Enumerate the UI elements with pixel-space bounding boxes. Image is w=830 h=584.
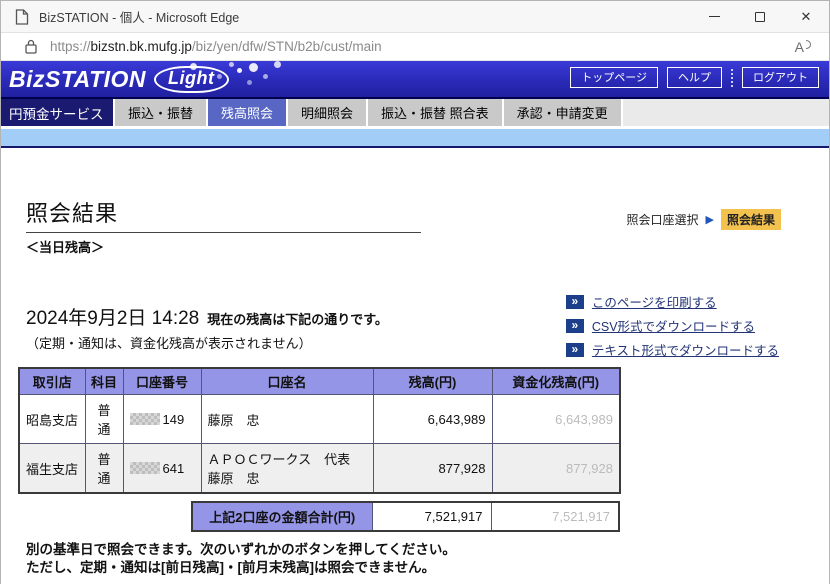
- breadcrumb-step-result: 照会結果: [720, 209, 781, 230]
- header-account-number: 口座番号: [122, 367, 202, 395]
- sub-header-strip: [1, 129, 829, 148]
- double-chevron-icon: »: [565, 294, 584, 309]
- read-aloud-button[interactable]: A: [795, 39, 811, 55]
- page-title: 照会結果: [26, 196, 421, 233]
- table-header-row: 取引店 科目 口座番号 口座名 残高(円) 資金化残高(円): [18, 367, 621, 395]
- masked-digits: [129, 461, 160, 474]
- header-branch: 取引店: [18, 367, 86, 395]
- maximize-button[interactable]: [737, 1, 783, 32]
- total-row: 上記2口座の金額合計(円) 7,521,917 7,521,917: [191, 501, 620, 532]
- page-icon: [15, 8, 29, 25]
- maximize-icon: [755, 11, 765, 22]
- service-label: 円預金サービス: [1, 99, 113, 126]
- cell-branch: 昭島支店: [18, 394, 86, 444]
- read-aloud-wave-icon: [806, 40, 811, 49]
- window-title: BizSTATION - 個人 - Microsoft Edge: [39, 11, 240, 25]
- visible-digits: 149: [162, 411, 185, 427]
- query-datetime: 2024年9月2日 14:28: [26, 308, 200, 329]
- cell-account-type: 普通: [84, 394, 124, 444]
- minimize-icon: [708, 16, 720, 17]
- footer-note-line2: ただし、定期・通知は[前日残高]・[前月末残高]は照会できません。: [26, 559, 436, 575]
- cell-balance: 877,928: [372, 443, 493, 494]
- header-account-name: 口座名: [200, 367, 374, 395]
- footer-note-line1: 別の基準日で照会できます。次のいずれかのボタンを押してください。: [26, 542, 456, 557]
- double-chevron-icon: »: [565, 318, 584, 333]
- cell-available-balance: 6,643,989: [491, 394, 621, 444]
- tab-zandaka-shokai[interactable]: 残高照会: [208, 99, 287, 126]
- logo-light-cloud: Light: [154, 65, 229, 93]
- csv-download-link[interactable]: CSV形式でダウンロードする: [592, 316, 755, 335]
- titlebar: BizSTATION - 個人 - Microsoft Edge ✕: [1, 1, 829, 33]
- cell-branch: 福生支店: [18, 443, 86, 494]
- table-row: 昭島支店 普通 149 藤原 忠 6,643,989 6,643,989: [18, 394, 621, 444]
- total-label: 上記2口座の金額合計(円): [191, 501, 373, 532]
- minimize-button[interactable]: [691, 1, 737, 32]
- page-content: 照会口座選択 ▶ 照会結果 照会結果 ＜当日残高＞ » このページを印刷する »…: [1, 196, 829, 584]
- masked-digits: [129, 412, 160, 425]
- breadcrumb-step-account-select: 照会口座選択: [626, 213, 699, 227]
- top-page-button[interactable]: トップページ: [570, 67, 658, 88]
- lock-icon[interactable]: [25, 39, 37, 54]
- cell-account-number: 149: [122, 394, 202, 444]
- header-available-balance: 資金化残高(円): [491, 367, 621, 395]
- total-table: 上記2口座の金額合計(円) 7,521,917 7,521,917: [191, 501, 620, 532]
- url-domain: bizstn.bk.mufg.jp: [90, 39, 192, 54]
- cell-account-name: 藤原 忠: [200, 394, 374, 444]
- cell-available-balance: 877,928: [491, 443, 621, 494]
- balance-table: 取引店 科目 口座番号 口座名 残高(円) 資金化残高(円) 昭島支店 普通 1…: [18, 367, 621, 494]
- header-separator: [731, 68, 733, 87]
- breadcrumb-arrow-icon: ▶: [705, 214, 714, 226]
- print-page-link[interactable]: このページを印刷する: [592, 292, 717, 311]
- browser-window: BizSTATION - 個人 - Microsoft Edge ✕ https…: [0, 0, 830, 584]
- cell-account-type: 普通: [84, 443, 124, 494]
- nav-filler: [622, 99, 829, 126]
- url-text[interactable]: https://bizstn.bk.mufg.jp/biz/yen/dfw/ST…: [50, 39, 382, 54]
- table-row: 福生支店 普通 641 ＡＰＯＣワークス 代表 藤原 忠 877,928 877…: [18, 443, 621, 494]
- cell-account-number: 641: [122, 443, 202, 494]
- site-header: BizSTATION Light トップページ ヘルプ ログアウト: [1, 61, 829, 99]
- datetime-note: 現在の残高は下記の通りです。: [207, 312, 388, 327]
- text-link-row: » テキスト形式でダウンロードする: [565, 340, 779, 359]
- window-controls: ✕: [691, 1, 829, 32]
- double-chevron-icon: »: [565, 342, 584, 357]
- read-aloud-icon: A: [794, 38, 804, 55]
- url-path: /biz/yen/dfw/STN/b2b/cust/main: [191, 39, 382, 54]
- main-navigation: 円預金サービス 振込・振替 残高照会 明細照会 振込・振替 照合表 承認・申請変…: [1, 99, 829, 126]
- cell-balance: 6,643,989: [372, 394, 493, 444]
- csv-link-row: » CSV形式でダウンロードする: [565, 316, 779, 335]
- tab-shonin-shinsei[interactable]: 承認・申請変更: [503, 99, 621, 126]
- breadcrumb: 照会口座選択 ▶ 照会結果: [626, 209, 781, 230]
- action-links: » このページを印刷する » CSV形式でダウンロードする » テキスト形式でダ…: [565, 292, 779, 364]
- header-balance: 残高(円): [372, 367, 493, 395]
- bizstation-logo: BizSTATION Light: [9, 65, 242, 93]
- total-balance: 7,521,917: [371, 501, 492, 532]
- balance-type-subtitle: ＜当日残高＞: [26, 240, 105, 255]
- total-available-balance: 7,521,917: [490, 501, 620, 532]
- text-download-link[interactable]: テキスト形式でダウンロードする: [592, 340, 779, 359]
- logo-bubbles-decoration: [237, 67, 242, 73]
- logout-button[interactable]: ログアウト: [742, 67, 819, 88]
- cell-account-name: ＡＰＯＣワークス 代表 藤原 忠: [200, 443, 374, 494]
- footer-notes: 別の基準日で照会できます。次のいずれかのボタンを押してください。 ただし、定期・…: [26, 541, 829, 576]
- address-bar[interactable]: https://bizstn.bk.mufg.jp/biz/yen/dfw/ST…: [1, 33, 829, 61]
- header-account-type: 科目: [84, 367, 124, 395]
- url-scheme: https://: [50, 39, 91, 54]
- print-link-row: » このページを印刷する: [565, 292, 779, 311]
- close-button[interactable]: ✕: [783, 1, 829, 32]
- header-buttons: トップページ ヘルプ ログアウト: [570, 67, 819, 88]
- tab-meisai-shokai[interactable]: 明細照会: [288, 99, 367, 126]
- tab-furikomi-furikae[interactable]: 振込・振替: [115, 99, 207, 126]
- tab-shogohyo[interactable]: 振込・振替 照合表: [368, 99, 502, 126]
- logo-text: BizSTATION: [9, 65, 147, 92]
- visible-digits: 641: [162, 460, 185, 476]
- help-button[interactable]: ヘルプ: [667, 67, 722, 88]
